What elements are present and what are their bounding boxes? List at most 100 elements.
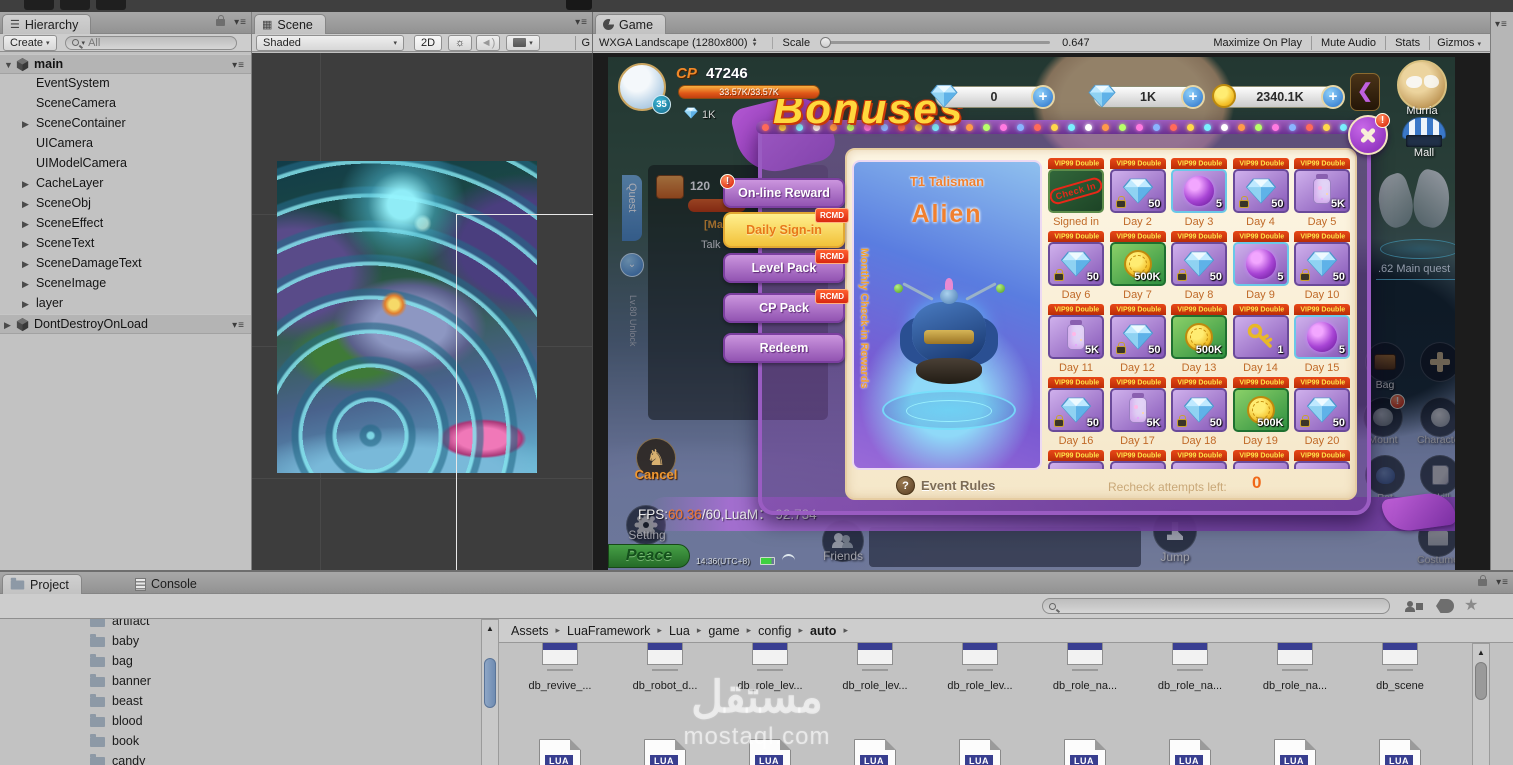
back-arrow-button[interactable]: ❮ <box>1350 73 1380 111</box>
lua-file-icon[interactable]: LUA <box>959 739 1001 765</box>
hierarchy-item-sceneobj[interactable]: ▶ SceneObj <box>0 194 251 214</box>
favorites-star-icon[interactable]: ★ <box>1464 595 1478 615</box>
hierarchy-search-input[interactable]: ▾ All <box>64 35 237 50</box>
add-currency-button[interactable]: + <box>1031 85 1055 109</box>
day-cell-24[interactable]: VIP99 Double <box>1232 450 1289 469</box>
toolbar-button[interactable] <box>96 0 126 10</box>
day-cell-13[interactable]: VIP99 Double 500K Day 13 <box>1171 304 1227 374</box>
project-folder-beast[interactable]: beast <box>0 692 481 712</box>
pane-menu-icon[interactable]: ▾≡ <box>234 18 247 28</box>
project-folder-baby[interactable]: baby <box>0 632 481 652</box>
file-icon-clipped[interactable] <box>857 643 893 665</box>
day-cell-21[interactable]: VIP99 Double <box>1048 450 1104 469</box>
day-cell-3[interactable]: VIP99 Double 5 Day 3 <box>1171 158 1227 228</box>
aspect-dropdown[interactable]: WXGA Landscape (1280x800) ▲ ▼ <box>599 37 758 49</box>
day-cell-2[interactable]: VIP99 Double 50 Day 2 <box>1109 158 1166 228</box>
toolbar-button[interactable] <box>60 0 90 10</box>
draw-mode-dropdown[interactable]: Shaded ▾ <box>256 34 404 51</box>
menu-button-on-line-reward[interactable]: On-line Reward! <box>720 174 845 208</box>
pane-menu-icon[interactable]: ▾≡ <box>1495 20 1508 30</box>
file-icon-clipped[interactable] <box>752 643 788 665</box>
menu-button-redeem[interactable]: Redeem <box>723 333 845 363</box>
day-cell-1[interactable]: VIP99 Double Check In Signed in <box>1048 158 1104 228</box>
file-label[interactable]: db_role_lev... <box>823 680 927 692</box>
lua-file-icon[interactable]: LUA <box>854 739 896 765</box>
menu-button-level-pack[interactable]: Level Pack RCMD <box>723 249 849 283</box>
event-rules-button[interactable]: Event Rules <box>921 478 995 493</box>
scrollbar-thumb[interactable] <box>484 658 496 708</box>
lua-file-icon[interactable]: LUA <box>1169 739 1211 765</box>
day-cell-17[interactable]: VIP99 Double 5K Day 17 <box>1109 377 1166 447</box>
lua-file-icon[interactable]: LUA <box>644 739 686 765</box>
scene-viewport[interactable] <box>252 53 593 570</box>
day-cell-10[interactable]: VIP99 Double 50 Day 10 <box>1294 231 1350 301</box>
day-cell-7[interactable]: VIP99 Double 500K Day 7 <box>1109 231 1166 301</box>
tab-hierarchy[interactable]: ☰ Hierarchy <box>2 14 92 34</box>
file-label[interactable]: db_scene <box>1348 680 1452 692</box>
file-icon-clipped[interactable] <box>1277 643 1313 665</box>
hierarchy-item-scenedamagetext[interactable]: ▶ SceneDamageText <box>0 254 251 274</box>
add-currency-button[interactable]: + <box>1181 85 1205 109</box>
scene-lighting-icon[interactable]: ☼ <box>448 34 472 51</box>
toolbar-button[interactable] <box>24 0 54 10</box>
lua-file-icon[interactable]: LUA <box>1274 739 1316 765</box>
breadcrumb-item-auto[interactable]: auto <box>810 624 836 638</box>
day-cell-25[interactable]: VIP99 Double <box>1294 450 1350 469</box>
project-folder-blood[interactable]: blood <box>0 712 481 732</box>
file-label[interactable]: db_robot_d... <box>613 680 717 692</box>
file-label[interactable]: db_role_na... <box>1033 680 1137 692</box>
day-cell-20[interactable]: VIP99 Double 50 Day 20 <box>1294 377 1350 447</box>
scene-audio-icon[interactable]: ◄) <box>476 34 500 51</box>
gizmos-button-cut[interactable]: G <box>575 35 590 50</box>
pane-menu-icon[interactable]: ▾≡ <box>1496 578 1509 588</box>
lua-file-icon[interactable]: LUA <box>749 739 791 765</box>
day-cell-18[interactable]: VIP99 Double 50 Day 18 <box>1171 377 1227 447</box>
day-cell-6[interactable]: VIP99 Double 50 Day 6 <box>1048 231 1104 301</box>
day-cell-12[interactable]: VIP99 Double 50 Day 12 <box>1109 304 1166 374</box>
project-folder-bag[interactable]: bag <box>0 652 481 672</box>
toolbar-button[interactable] <box>566 0 592 10</box>
lock-icon[interactable] <box>1478 575 1487 589</box>
scroll-up-arrow[interactable]: ▲ <box>486 624 494 633</box>
menu-button-cp-pack[interactable]: CP Pack RCMD <box>723 289 849 323</box>
day-cell-22[interactable]: VIP99 Double <box>1109 450 1166 469</box>
hierarchy-item-sceneeffect[interactable]: ▶ SceneEffect <box>0 214 251 234</box>
hierarchy-item-scenecamera[interactable]: SceneCamera <box>0 94 251 114</box>
gizmos-dropdown[interactable]: Gizmos ▾ <box>1430 37 1488 49</box>
pane-menu-icon[interactable]: ▾≡ <box>575 18 588 28</box>
tab-game[interactable]: Game <box>595 14 667 34</box>
file-icon-clipped[interactable] <box>1067 643 1103 665</box>
hierarchy-item-layer[interactable]: ▶ layer <box>0 294 251 314</box>
breadcrumb-item-LuaFramework[interactable]: LuaFramework <box>567 624 650 638</box>
scroll-up-arrow[interactable]: ▲ <box>1477 648 1485 657</box>
hierarchy-item-dontdestroyonload[interactable]: ▶ DontDestroyOnLoad ▾≡ <box>0 314 251 334</box>
hierarchy-item-sceneimage[interactable]: ▶ SceneImage <box>0 274 251 294</box>
lock-icon[interactable] <box>216 15 225 29</box>
project-search-input[interactable] <box>1042 598 1390 614</box>
folder-scrollbar[interactable]: ▲ <box>481 619 499 765</box>
project-folder-banner[interactable]: banner <box>0 672 481 692</box>
day-cell-9[interactable]: VIP99 Double 5 Day 9 <box>1232 231 1289 301</box>
files-scrollbar[interactable]: ▲ <box>1472 643 1490 765</box>
search-by-label-icon[interactable] <box>1436 599 1454 613</box>
hierarchy-item-cachelayer[interactable]: ▶ CacheLayer <box>0 174 251 194</box>
hierarchy-item-uimodelcamera[interactable]: UIModelCamera <box>0 154 251 174</box>
maximize-on-play-button[interactable]: Maximize On Play <box>1204 37 1311 49</box>
day-cell-8[interactable]: VIP99 Double 50 Day 8 <box>1171 231 1227 301</box>
close-button[interactable]: ! <box>1348 113 1390 155</box>
help-icon[interactable]: ? <box>896 476 915 495</box>
day-cell-5[interactable]: VIP99 Double 5K Day 5 <box>1294 158 1350 228</box>
file-icon-clipped[interactable] <box>1172 643 1208 665</box>
breadcrumb-item-Lua[interactable]: Lua <box>669 624 690 638</box>
hierarchy-item-uicamera[interactable]: UICamera <box>0 134 251 154</box>
add-currency-button[interactable]: + <box>1321 85 1345 109</box>
file-icon-clipped[interactable] <box>542 643 578 665</box>
hierarchy-item-scenecontainer[interactable]: ▶ SceneContainer <box>0 114 251 134</box>
day-cell-14[interactable]: VIP99 Double 1 Day 14 <box>1232 304 1289 374</box>
file-label[interactable]: db_role_na... <box>1138 680 1242 692</box>
tab-project[interactable]: Project <box>2 574 82 594</box>
file-label[interactable]: db_revive_... <box>508 680 612 692</box>
file-icon-clipped[interactable] <box>1382 643 1418 665</box>
lua-file-icon[interactable]: LUA <box>539 739 581 765</box>
day-cell-23[interactable]: VIP99 Double <box>1171 450 1227 469</box>
